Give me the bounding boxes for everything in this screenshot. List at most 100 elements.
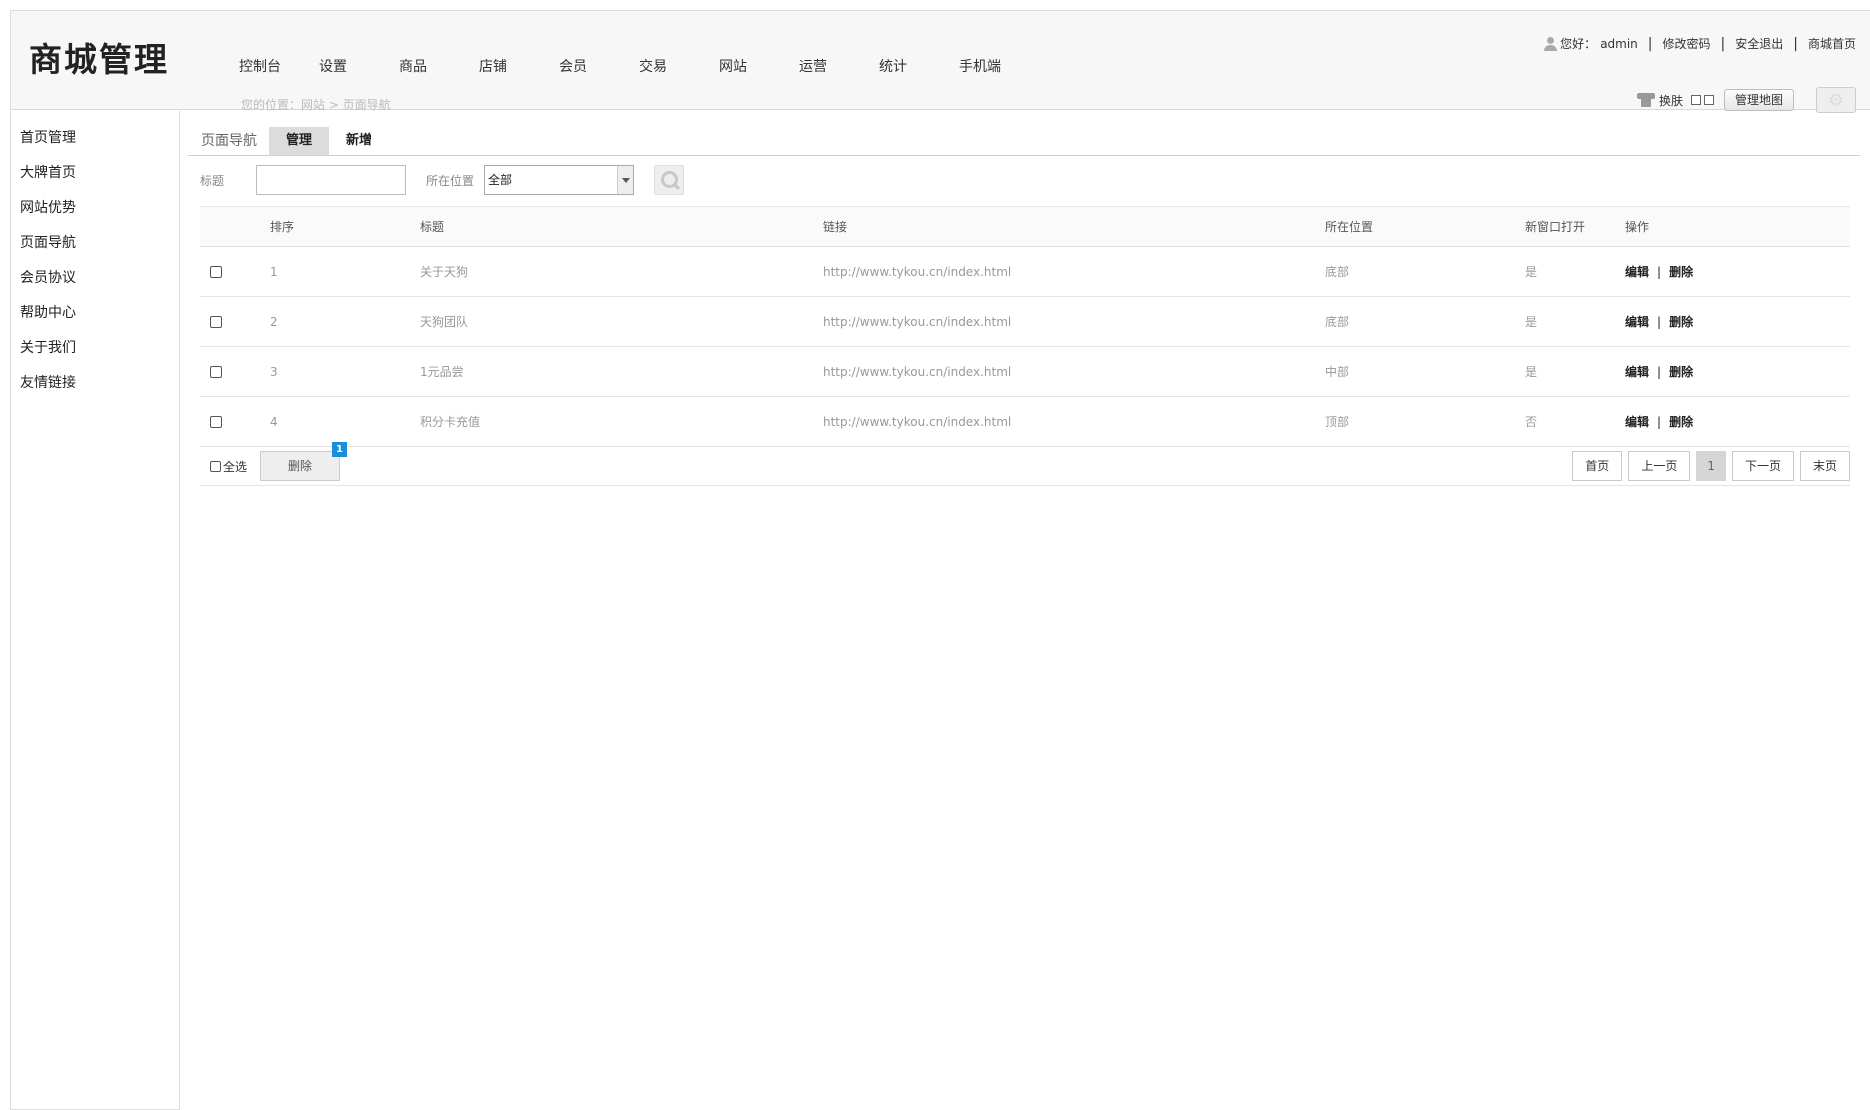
nav-item-settings[interactable]: 设置 bbox=[319, 56, 399, 76]
position-select[interactable]: 全部 bbox=[484, 165, 635, 195]
user-bar: 您好： admin | 修改密码 | 安全退出 | 商城首页 bbox=[1543, 35, 1856, 52]
row-new-window: 是 bbox=[1525, 265, 1538, 279]
delete-link[interactable]: 删除 bbox=[1669, 415, 1693, 429]
divider: | bbox=[1657, 315, 1662, 329]
select-all-checkbox[interactable] bbox=[210, 461, 221, 472]
sidebar-item-page-navigation[interactable]: 页面导航 bbox=[11, 226, 179, 261]
nav-item-website[interactable]: 网站 bbox=[719, 56, 799, 76]
row-order: 1 bbox=[270, 264, 278, 279]
select-all[interactable]: 全选 bbox=[210, 458, 247, 475]
edit-link[interactable]: 编辑 bbox=[1625, 265, 1649, 279]
settings-button[interactable]: ⚙ bbox=[1816, 87, 1856, 113]
edit-link[interactable]: 编辑 bbox=[1625, 315, 1649, 329]
selection-count-badge: 1 bbox=[332, 442, 347, 457]
row-checkbox[interactable] bbox=[210, 366, 222, 378]
header-link: 链接 bbox=[823, 220, 848, 234]
tab-manage[interactable]: 管理 bbox=[269, 127, 330, 155]
admin-map-button[interactable]: 管理地图 bbox=[1723, 89, 1794, 111]
sidebar-item-home-management[interactable]: 首页管理 bbox=[11, 121, 179, 156]
sidebar-item-brand-home[interactable]: 大牌首页 bbox=[11, 156, 179, 191]
row-position: 顶部 bbox=[1325, 415, 1350, 429]
table-header-row: 排序 标题 链接 所在位置 新窗口打开 操作 bbox=[200, 206, 1850, 247]
chevron-down-icon bbox=[617, 166, 634, 194]
sidebar-item-site-advantages[interactable]: 网站优势 bbox=[11, 191, 179, 226]
edit-link[interactable]: 编辑 bbox=[1625, 365, 1649, 379]
row-link: http://www.tykou.cn/index.html bbox=[823, 364, 1012, 379]
divider: | bbox=[1657, 365, 1662, 379]
row-title: 关于天狗 bbox=[420, 265, 469, 279]
last-page-button[interactable]: 末页 bbox=[1799, 451, 1850, 481]
shop-home-link[interactable]: 商城首页 bbox=[1808, 35, 1856, 52]
nav-item-mobile[interactable]: 手机端 bbox=[959, 56, 1039, 76]
pagination: 首页 上一页 1 下一页 末页 bbox=[1566, 451, 1850, 481]
divider: | bbox=[1647, 35, 1653, 52]
select-all-label: 全选 bbox=[223, 460, 248, 474]
header-tools: 换肤 管理地图 ⚙ bbox=[1636, 87, 1856, 113]
divider: | bbox=[1720, 35, 1726, 52]
row-new-window: 是 bbox=[1525, 315, 1538, 329]
header-title: 标题 bbox=[420, 220, 445, 234]
nav-item-trade[interactable]: 交易 bbox=[639, 56, 719, 76]
sidebar-item-about-us[interactable]: 关于我们 bbox=[11, 331, 179, 366]
tab-add[interactable]: 新增 bbox=[329, 127, 389, 155]
title-filter-label: 标题 bbox=[200, 173, 225, 188]
bulk-delete-button[interactable]: 删除 bbox=[260, 451, 340, 481]
top-header: 商城管理 控制台 设置 商品 店铺 会员 交易 网站 运营 统计 手机端 您的位… bbox=[10, 10, 1870, 113]
search-button[interactable] bbox=[654, 165, 685, 195]
table-row: 1 关于天狗 http://www.tykou.cn/index.html 底部… bbox=[200, 247, 1850, 297]
header-select bbox=[200, 207, 270, 247]
sidebar-item-help-center[interactable]: 帮助中心 bbox=[11, 296, 179, 331]
row-checkbox[interactable] bbox=[210, 266, 222, 278]
row-link: http://www.tykou.cn/index.html bbox=[823, 314, 1012, 329]
nav-item-operations[interactable]: 运营 bbox=[799, 56, 879, 76]
row-position: 中部 bbox=[1325, 365, 1350, 379]
row-order: 3 bbox=[270, 364, 278, 379]
nav-item-console[interactable]: 控制台 bbox=[239, 56, 319, 76]
greeting-label: 您好： bbox=[1560, 37, 1597, 51]
next-page-button[interactable]: 下一页 bbox=[1731, 451, 1794, 481]
nav-item-statistics[interactable]: 统计 bbox=[879, 56, 959, 76]
sidebar-item-member-agreement[interactable]: 会员协议 bbox=[11, 261, 179, 296]
divider: | bbox=[1793, 35, 1798, 52]
header-actions: 操作 bbox=[1625, 220, 1650, 234]
row-link: http://www.tykou.cn/index.html bbox=[823, 264, 1012, 279]
logout-link[interactable]: 安全退出 bbox=[1735, 35, 1783, 52]
table-row: 4 积分卡充值 http://www.tykou.cn/index.html 顶… bbox=[200, 397, 1850, 447]
skin-option-2[interactable] bbox=[1703, 95, 1714, 105]
row-checkbox[interactable] bbox=[210, 416, 222, 428]
skin-label[interactable]: 换肤 bbox=[1659, 92, 1683, 109]
current-page: 1 bbox=[1696, 451, 1726, 481]
nav-item-products[interactable]: 商品 bbox=[399, 56, 479, 76]
table-footer: 全选 删除 1 首页 上一页 1 下一页 末页 bbox=[200, 442, 1850, 486]
nav-item-stores[interactable]: 店铺 bbox=[479, 56, 559, 76]
row-link: http://www.tykou.cn/index.html bbox=[823, 414, 1012, 429]
row-checkbox[interactable] bbox=[210, 316, 222, 328]
sidebar-item-friend-links[interactable]: 友情链接 bbox=[11, 366, 179, 401]
filter-bar: 标题 所在位置 全部 bbox=[200, 164, 685, 196]
header-position: 所在位置 bbox=[1325, 220, 1374, 234]
row-new-window: 否 bbox=[1525, 415, 1538, 429]
row-order: 4 bbox=[270, 414, 278, 429]
header-order: 排序 bbox=[270, 220, 295, 234]
divider: | bbox=[1657, 265, 1662, 279]
delete-link[interactable]: 删除 bbox=[1669, 315, 1693, 329]
row-title: 1元品尝 bbox=[420, 365, 464, 379]
delete-link[interactable]: 删除 bbox=[1669, 365, 1693, 379]
edit-link[interactable]: 编辑 bbox=[1625, 415, 1649, 429]
skin-option-1[interactable] bbox=[1690, 95, 1701, 105]
sidebar: 首页管理 大牌首页 网站优势 页面导航 会员协议 帮助中心 关于我们 友情链接 bbox=[10, 111, 180, 1110]
prev-page-button[interactable]: 上一页 bbox=[1628, 451, 1691, 481]
first-page-button[interactable]: 首页 bbox=[1572, 451, 1623, 481]
breadcrumb: 您的位置：网站 > 页面导航 bbox=[241, 98, 391, 112]
title-filter-input[interactable] bbox=[256, 165, 407, 195]
row-position: 底部 bbox=[1325, 265, 1350, 279]
app-logo: 商城管理 bbox=[29, 40, 169, 79]
section-title: 页面导航 bbox=[201, 133, 257, 149]
user-icon bbox=[1543, 36, 1558, 51]
nav-item-members[interactable]: 会员 bbox=[559, 56, 639, 76]
nav-table: 排序 标题 链接 所在位置 新窗口打开 操作 1 关于天狗 http://www… bbox=[200, 206, 1850, 447]
row-title: 天狗团队 bbox=[420, 315, 469, 329]
delete-link[interactable]: 删除 bbox=[1669, 265, 1693, 279]
change-password-link[interactable]: 修改密码 bbox=[1663, 35, 1711, 52]
row-order: 2 bbox=[270, 314, 278, 329]
